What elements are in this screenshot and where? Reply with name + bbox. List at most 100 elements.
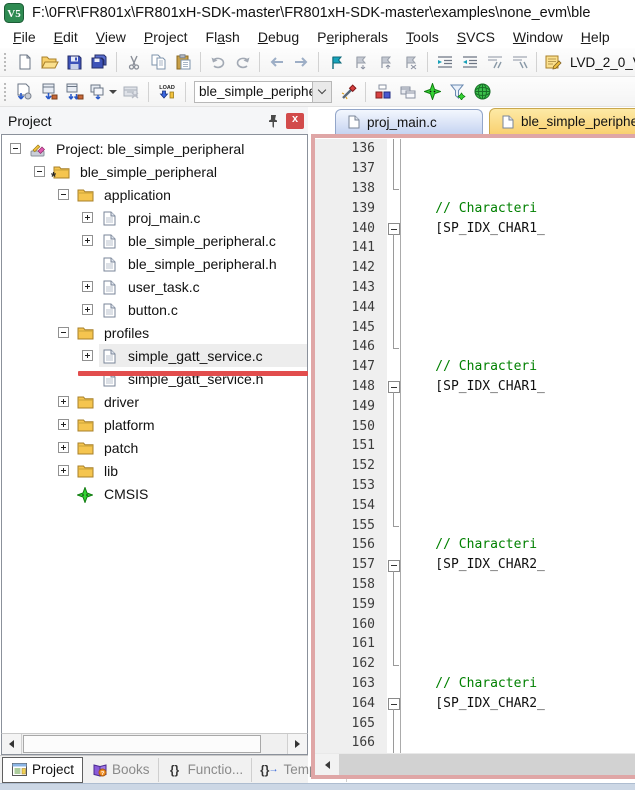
redo-button[interactable]: [230, 50, 255, 74]
tree-item-label[interactable]: lib: [104, 463, 118, 479]
scroll-right-arrow[interactable]: [287, 734, 307, 754]
tree-row-highlight[interactable]: profiles: [75, 321, 307, 344]
fold-marker[interactable]: [387, 297, 401, 317]
stop-build-button[interactable]: [119, 80, 144, 104]
fold-marker[interactable]: [387, 159, 401, 179]
unindent-button[interactable]: [457, 50, 482, 74]
fold-marker[interactable]: [387, 258, 401, 278]
tree-item-label[interactable]: proj_main.c: [128, 210, 200, 226]
tree-item-label[interactable]: Project: ble_simple_peripheral: [56, 141, 244, 157]
tree-row-highlight[interactable]: platform: [75, 413, 307, 436]
fold-marker[interactable]: [387, 713, 401, 733]
fold-marker[interactable]: [387, 377, 401, 397]
close-icon[interactable]: [286, 113, 304, 129]
menu-item[interactable]: Peripherals: [308, 27, 397, 47]
fold-marker[interactable]: [387, 337, 401, 357]
bottom-tab[interactable]: ? Books: [83, 758, 159, 782]
tree-row-highlight[interactable]: Project: ble_simple_peripheral: [27, 137, 307, 160]
tree-row-highlight[interactable]: CMSIS: [75, 482, 307, 505]
scroll-left-arrow[interactable]: [2, 734, 22, 754]
tree-expander[interactable]: [34, 166, 45, 177]
tree-item-label[interactable]: driver: [104, 394, 139, 410]
tree-expander[interactable]: [58, 189, 69, 200]
file-extensions-button[interactable]: [395, 80, 420, 104]
fold-marker[interactable]: [387, 179, 401, 199]
target-select[interactable]: ble_simple_periphera: [194, 81, 332, 103]
pin-icon[interactable]: [264, 112, 282, 130]
fold-marker[interactable]: [387, 396, 401, 416]
bottom-tab[interactable]: ? Project: [2, 757, 83, 783]
fold-marker[interactable]: [387, 317, 401, 337]
tree-row[interactable]: profiles: [2, 321, 307, 344]
select-software-packs-button[interactable]: [445, 80, 470, 104]
pack-installer-button[interactable]: [470, 80, 495, 104]
fold-marker[interactable]: [387, 535, 401, 555]
fold-marker[interactable]: [387, 456, 401, 476]
menu-item[interactable]: File: [4, 27, 45, 47]
tree-expander[interactable]: [58, 396, 69, 407]
fold-marker[interactable]: [387, 654, 401, 674]
fold-marker[interactable]: [387, 139, 401, 159]
uncomment-selection-button[interactable]: [507, 50, 532, 74]
tree-row[interactable]: lib: [2, 459, 307, 482]
toolbar-grip[interactable]: [2, 53, 8, 71]
fold-marker[interactable]: [387, 575, 401, 595]
code-viewport[interactable]: 136 137 138: [315, 138, 635, 753]
menu-item[interactable]: Tools: [397, 27, 448, 47]
target-select-value[interactable]: ble_simple_periphera: [194, 81, 312, 103]
menu-item[interactable]: View: [87, 27, 135, 47]
tree-item-label[interactable]: CMSIS: [104, 486, 148, 502]
tree-expander[interactable]: [58, 327, 69, 338]
clear-all-bookmarks-button[interactable]: [398, 50, 423, 74]
tree-row-highlight[interactable]: driver: [75, 390, 307, 413]
insert-bookmark-button[interactable]: [323, 50, 348, 74]
tree-row-highlight[interactable]: proj_main.c: [99, 206, 307, 229]
tree-expander[interactable]: [82, 235, 93, 246]
fold-marker[interactable]: [387, 357, 401, 377]
tree-item-label[interactable]: profiles: [104, 325, 149, 341]
tree-expander[interactable]: [58, 465, 69, 476]
undo-button[interactable]: [205, 50, 230, 74]
menu-item[interactable]: Project: [135, 27, 197, 47]
fold-marker[interactable]: [387, 436, 401, 456]
fold-marker[interactable]: [387, 238, 401, 258]
tree-row-highlight[interactable]: ble_simple_peripheral.c: [99, 229, 307, 252]
batch-build-dropdown-caret[interactable]: [109, 90, 117, 94]
tree-row-highlight[interactable]: ble_simple_peripheral: [51, 160, 307, 183]
tree-row[interactable]: ble_simple_peripheral: [2, 160, 307, 183]
tree-item-label[interactable]: ble_simple_peripheral.h: [128, 256, 277, 272]
tree-expander[interactable]: [58, 442, 69, 453]
tree-item-label[interactable]: patch: [104, 440, 138, 456]
tree-row[interactable]: user_task.c: [2, 275, 307, 298]
menu-item[interactable]: Help: [572, 27, 619, 47]
tree-row[interactable]: patch: [2, 436, 307, 459]
tree-item-label[interactable]: platform: [104, 417, 155, 433]
menu-item[interactable]: Debug: [249, 27, 308, 47]
fold-marker[interactable]: [387, 555, 401, 575]
editor-tab-proj-main[interactable]: proj_main.c: [335, 109, 483, 134]
tree-row-highlight[interactable]: lib: [75, 459, 307, 482]
navigate-forward-button[interactable]: [289, 50, 314, 74]
options-for-target-button[interactable]: [336, 80, 361, 104]
save-button[interactable]: [62, 50, 87, 74]
tree-item-label[interactable]: button.c: [128, 302, 178, 318]
fold-marker[interactable]: [387, 476, 401, 496]
tree-row-highlight[interactable]: patch: [75, 436, 307, 459]
tree-row[interactable]: platform: [2, 413, 307, 436]
tree-row-highlight[interactable]: button.c: [99, 298, 307, 321]
previous-bookmark-button[interactable]: [373, 50, 398, 74]
tree-expander[interactable]: [82, 350, 93, 361]
tree-row[interactable]: CMSIS: [2, 482, 307, 505]
tree-expander[interactable]: [10, 143, 21, 154]
fold-marker[interactable]: [387, 198, 401, 218]
tree-row-highlight[interactable]: ble_simple_peripheral.h: [99, 252, 307, 275]
batch-build-button[interactable]: [87, 80, 119, 104]
tree-expander[interactable]: [82, 212, 93, 223]
tree-row[interactable]: driver: [2, 390, 307, 413]
fold-marker[interactable]: [387, 693, 401, 713]
bottom-tab[interactable]: ? Functio...: [159, 758, 253, 782]
download-button[interactable]: LOAD: [153, 80, 181, 104]
menu-item[interactable]: Flash: [197, 27, 249, 47]
fold-marker[interactable]: [387, 495, 401, 515]
fold-marker[interactable]: [387, 614, 401, 634]
